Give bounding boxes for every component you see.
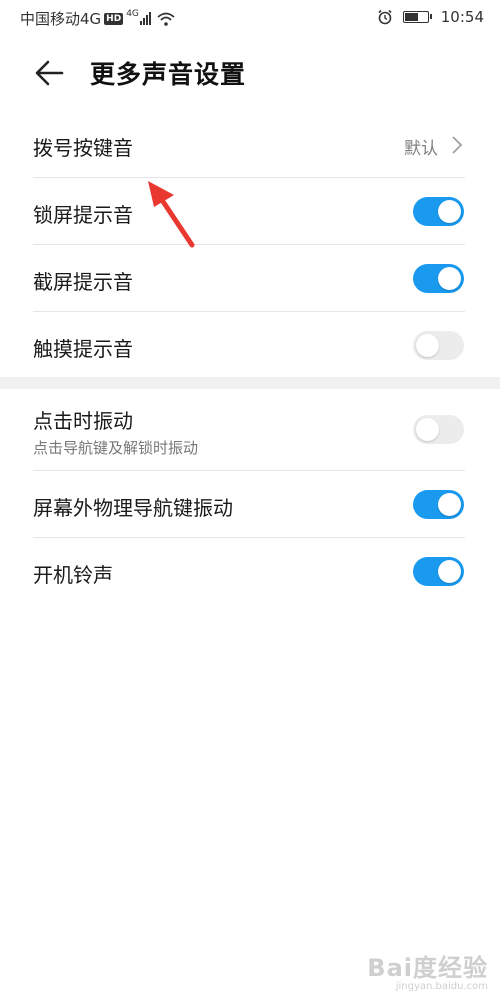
toggle-knob [416,334,439,357]
page-title: 更多声音设置 [90,60,247,89]
baidu-jingyan-watermark: Bai度经验 jingyan.baidu.com [367,948,488,992]
status-left: 中国移动4G HD 4G [20,8,175,29]
toggle-knob [438,267,461,290]
status-right: 10:54 [377,8,484,26]
dial-tone-label: 拨号按键音 [33,136,133,160]
app-header: 更多声音设置 [0,45,500,101]
dial-tone-value: 默认 [404,139,438,159]
chevron-right-icon [452,136,463,154]
setting-row-touch-sound: 触摸提示音 [0,312,500,377]
toggle-knob [438,560,461,583]
vibrate-on-tap-label: 点击时振动 [33,409,133,433]
nav-key-vibration-toggle[interactable] [413,490,464,519]
network-type-label: 4G [126,8,139,19]
vibrate-on-tap-toggle[interactable] [413,415,464,444]
touch-sound-label: 触摸提示音 [33,337,133,361]
status-bar: 中国移动4G HD 4G 10:54 [0,0,500,36]
setting-row-dial-tone[interactable]: 拨号按键音 默认 [0,112,500,178]
wifi-icon [157,12,175,26]
toggle-knob [438,493,461,516]
startup-ringtone-toggle[interactable] [413,557,464,586]
setting-row-startup-ringtone: 开机铃声 [0,538,500,605]
clock-label: 10:54 [440,8,484,26]
alarm-icon [378,9,392,25]
screenshot-sound-toggle[interactable] [413,264,464,293]
vibrate-on-tap-sublabel: 点击导航键及解锁时振动 [33,439,199,457]
carrier-label: 中国移动4G [20,10,102,28]
battery-icon [402,11,432,23]
touch-sound-toggle[interactable] [413,331,464,360]
setting-row-lock-screen-sound: 锁屏提示音 [0,178,500,245]
hd-badge: HD [104,12,124,25]
back-arrow-icon[interactable] [32,57,66,89]
screenshot-sound-label: 截屏提示音 [33,270,133,294]
setting-row-screenshot-sound: 截屏提示音 [0,245,500,312]
section-divider [0,377,500,389]
startup-ringtone-label: 开机铃声 [33,563,113,587]
setting-row-vibrate-on-tap: 点击时振动 点击导航键及解锁时振动 [0,389,500,471]
setting-row-nav-key-vibration: 屏幕外物理导航键振动 [0,471,500,538]
toggle-knob [438,200,461,223]
nav-key-vibration-label: 屏幕外物理导航键振动 [33,496,233,520]
lock-screen-sound-label: 锁屏提示音 [33,203,133,227]
annotation-arrow-icon [148,181,195,248]
lock-screen-sound-toggle[interactable] [413,197,464,226]
toggle-knob [416,418,439,441]
watermark-logo: Bai度经验 [367,954,488,982]
signal-icon [139,12,152,25]
